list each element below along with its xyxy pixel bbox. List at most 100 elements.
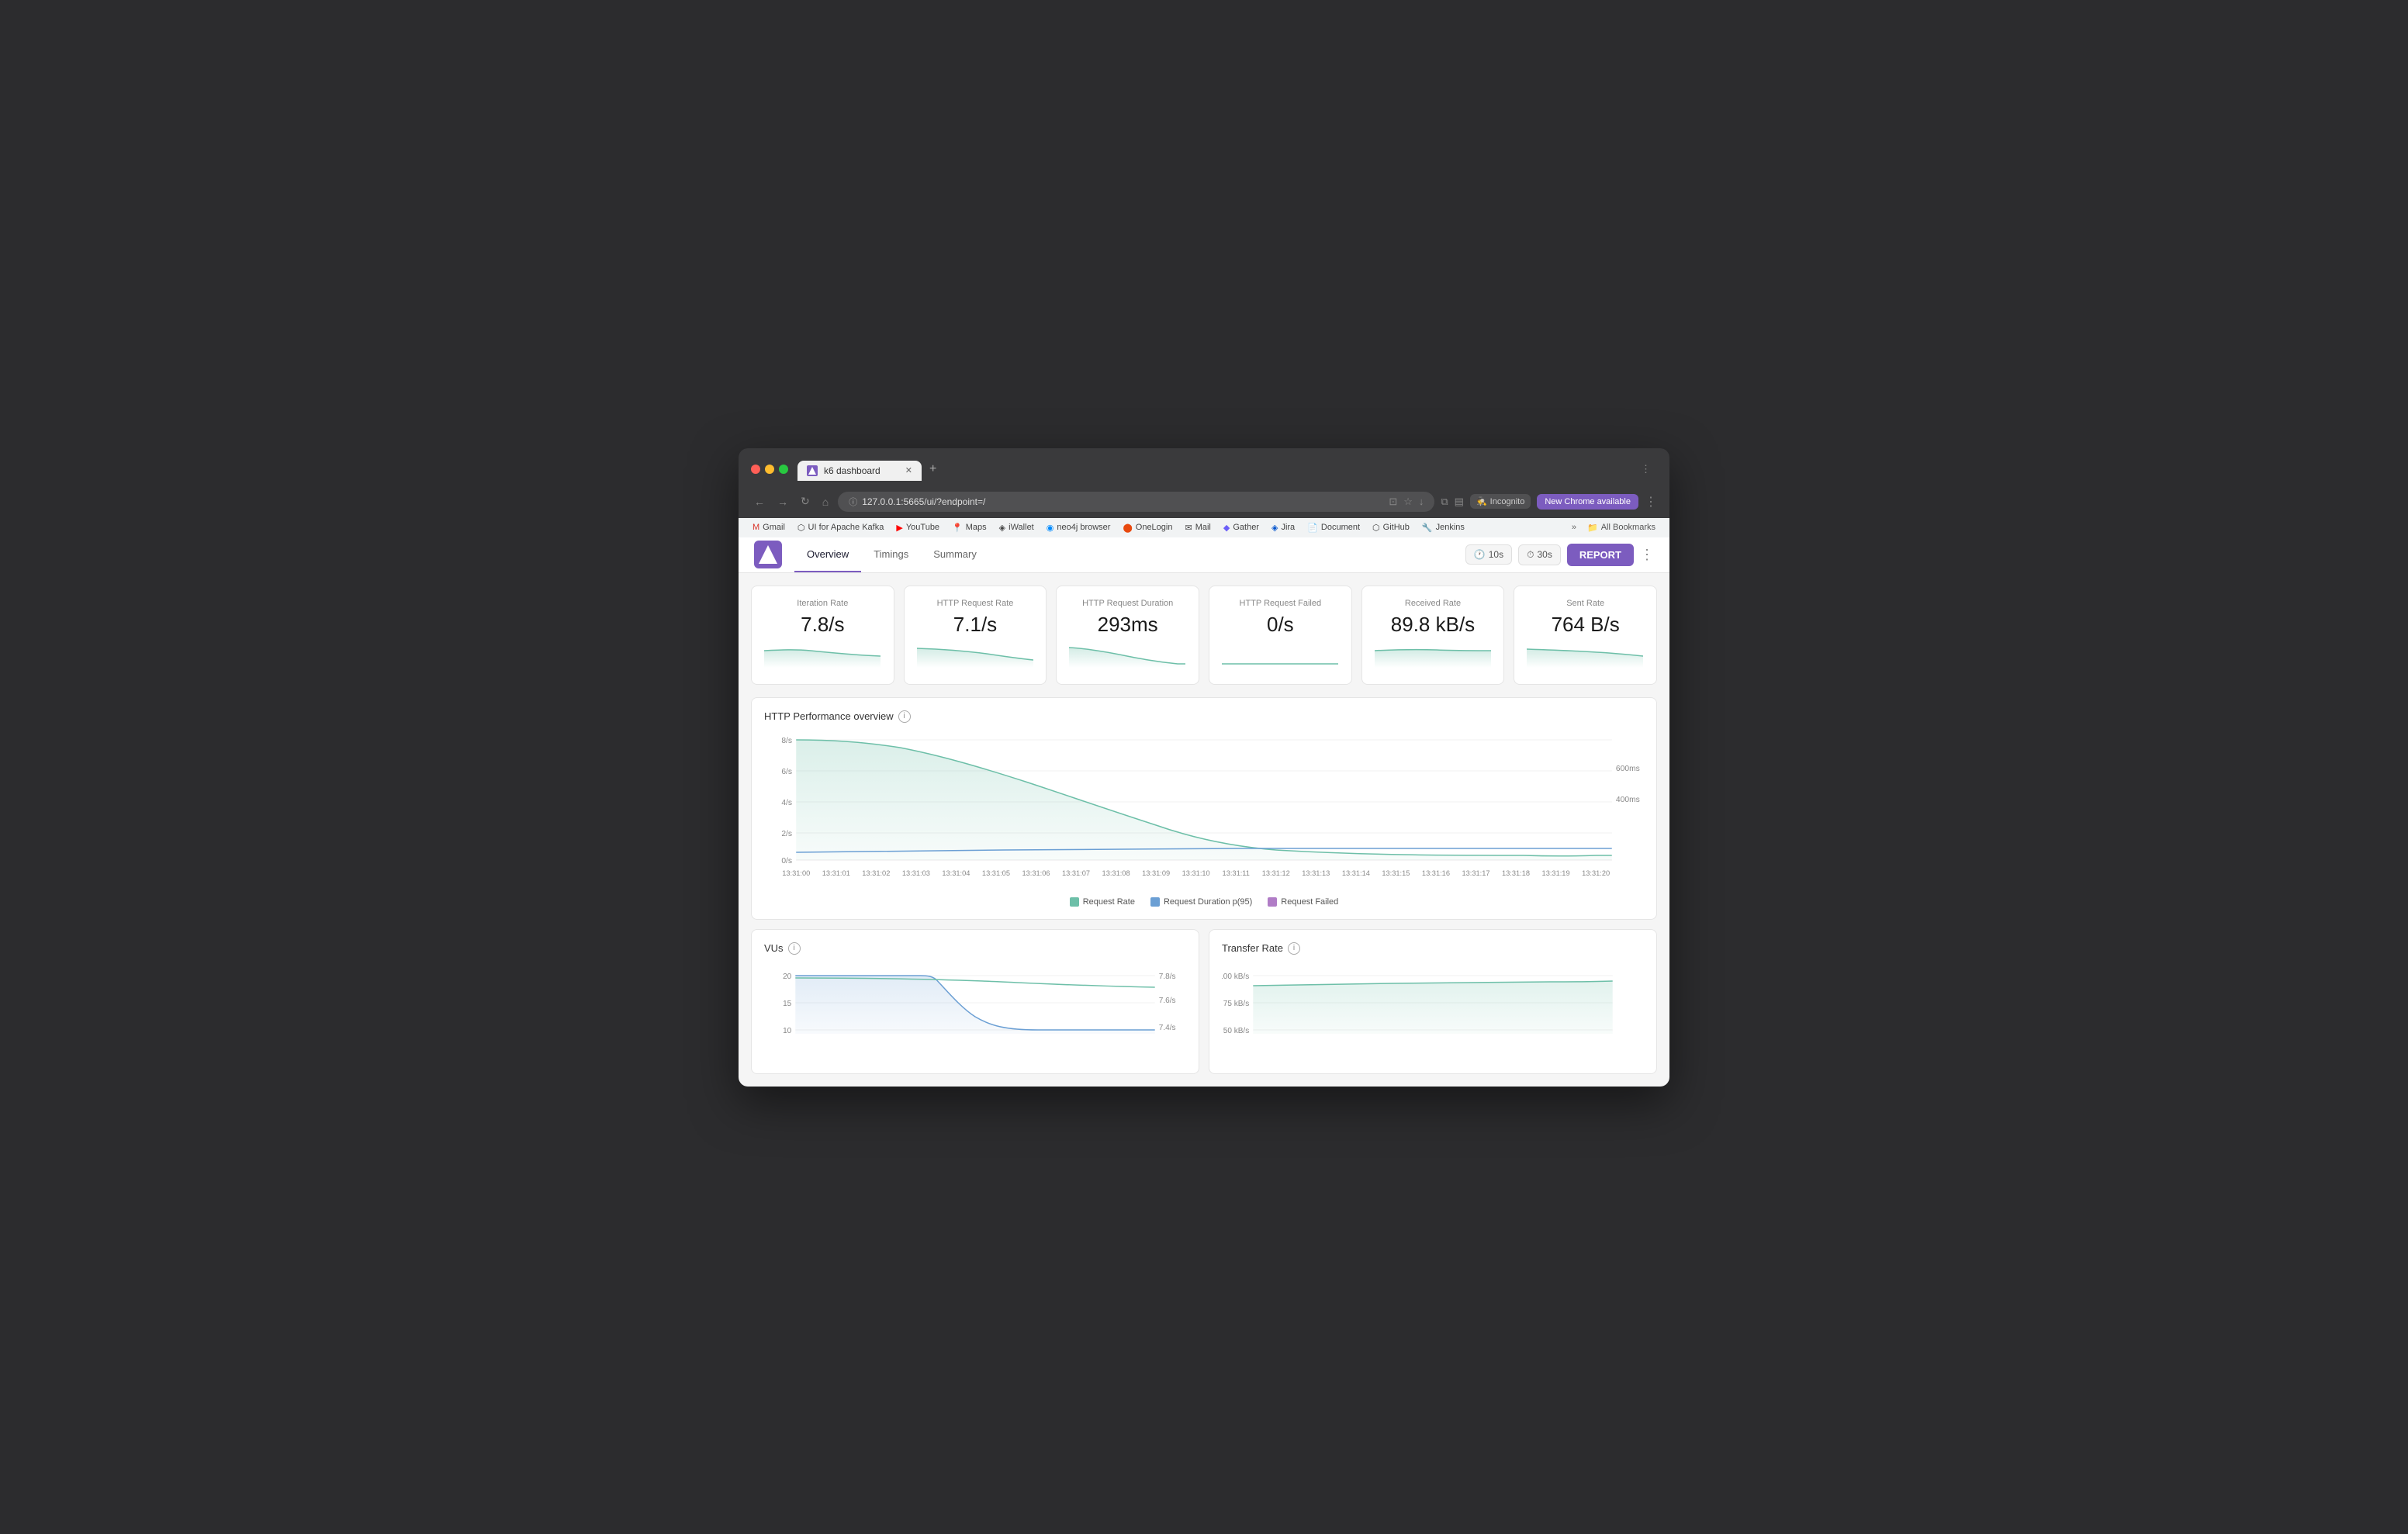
metric-value-4: 89.8 kB/s [1375, 613, 1492, 637]
gather-icon: ◆ [1223, 523, 1230, 533]
nav-overview[interactable]: Overview [794, 537, 861, 572]
svg-text:2/s: 2/s [781, 830, 792, 838]
svg-text:13:31:12: 13:31:12 [1262, 869, 1290, 877]
minimize-button[interactable] [765, 465, 774, 474]
refresh-time-badge[interactable]: 🕐 10s [1465, 544, 1512, 565]
close-button[interactable] [751, 465, 760, 474]
legend-label-request-rate: Request Rate [1083, 897, 1135, 907]
svg-text:13:31:05: 13:31:05 [982, 869, 1010, 877]
svg-text:7.6/s: 7.6/s [1159, 997, 1176, 1005]
metric-value-5: 764 B/s [1527, 613, 1644, 637]
bookmark-jira[interactable]: ◈ Jira [1267, 521, 1299, 534]
svg-text:13:31:07: 13:31:07 [1062, 869, 1090, 877]
bookmark-label-github: GitHub [1383, 523, 1410, 532]
report-button[interactable]: REPORT [1567, 544, 1634, 566]
bookmark-onelogin[interactable]: ⬤ OneLogin [1118, 521, 1177, 534]
svg-text:13:31:15: 13:31:15 [1382, 869, 1410, 877]
window-time-badge[interactable]: ⏱ 30s [1518, 544, 1561, 565]
vus-chart-info-icon[interactable]: i [788, 942, 801, 955]
address-bar[interactable]: ⓘ 127.0.0.1:5665/ui/?endpoint=/ ⊡ ☆ ↓ [838, 492, 1434, 512]
vus-chart-title: VUs i [764, 942, 1186, 955]
document-icon: 📄 [1307, 523, 1318, 533]
home-button[interactable]: ⌂ [819, 494, 832, 510]
onelogin-icon: ⬤ [1123, 523, 1132, 533]
vus-chart-svg: 20 15 10 7.8/s 7.6/s 7.4/s [764, 964, 1186, 1057]
legend-request-duration: Request Duration p(95) [1150, 897, 1252, 907]
bookmark-gmail[interactable]: M Gmail [748, 521, 790, 534]
bookmark-label-kafka: UI for Apache Kafka [808, 523, 884, 532]
svg-text:13:31:04: 13:31:04 [942, 869, 970, 877]
maps-icon: 📍 [952, 523, 963, 533]
metric-value-0: 7.8/s [764, 613, 881, 637]
bookmarks-more-button[interactable]: » [1572, 523, 1576, 532]
svg-text:13:31:19: 13:31:19 [1542, 869, 1570, 877]
svg-text:50 kB/s: 50 kB/s [1223, 1027, 1250, 1035]
svg-text:13:31:02: 13:31:02 [862, 869, 890, 877]
legend-label-request-failed: Request Failed [1281, 897, 1338, 907]
svg-text:10: 10 [783, 1027, 792, 1035]
sparkline-2 [1069, 644, 1185, 668]
cast-icon[interactable]: ⊡ [1389, 496, 1397, 508]
legend-color-request-failed [1268, 897, 1277, 907]
active-tab[interactable]: k6 dashboard ✕ [797, 461, 922, 481]
browser-options-button[interactable]: ⋮ [1645, 494, 1657, 510]
bookmark-jenkins[interactable]: 🔧 Jenkins [1417, 521, 1469, 534]
tab-title: k6 dashboard [824, 465, 881, 476]
svg-text:13:31:13: 13:31:13 [1302, 869, 1330, 877]
reload-button[interactable]: ↻ [797, 493, 813, 510]
more-options-button[interactable]: ⋮ [1640, 547, 1654, 563]
svg-text:8/s: 8/s [781, 737, 792, 745]
bookmark-github[interactable]: ⬡ GitHub [1368, 521, 1414, 534]
mail-icon: ✉ [1185, 523, 1192, 533]
chrome-available-button[interactable]: New Chrome available [1537, 494, 1638, 510]
http-chart-legend: Request Rate Request Duration p(95) Requ… [764, 897, 1644, 907]
jira-icon: ◈ [1271, 523, 1278, 533]
all-bookmarks-button[interactable]: 📁 All Bookmarks [1583, 521, 1660, 534]
address-bar-icons: ⊡ ☆ ↓ [1389, 496, 1424, 508]
bookmark-kafka[interactable]: ⬡ UI for Apache Kafka [793, 521, 888, 534]
bookmark-iwallet[interactable]: ◈ iWallet [995, 521, 1039, 534]
bookmarks-bar: M Gmail ⬡ UI for Apache Kafka ▶ YouTube … [739, 518, 1669, 537]
bottom-charts: VUs i [751, 929, 1657, 1074]
browser-menu-button[interactable]: ⋮ [1635, 463, 1657, 475]
bookmark-maps[interactable]: 📍 Maps [947, 521, 991, 534]
nav-summary[interactable]: Summary [921, 537, 989, 572]
sparkline-3 [1222, 644, 1338, 668]
svg-text:13:31:17: 13:31:17 [1462, 869, 1489, 877]
svg-text:400ms: 400ms [1616, 796, 1640, 804]
sparkline-5 [1527, 644, 1643, 668]
svg-text:13:31:00: 13:31:00 [782, 869, 810, 877]
tab-close-button[interactable]: ✕ [905, 465, 912, 475]
svg-text:13:31:06: 13:31:06 [1022, 869, 1050, 877]
sidebar-icon[interactable]: ▤ [1455, 496, 1464, 508]
transfer-chart-info-icon[interactable]: i [1288, 942, 1300, 955]
bookmark-neo4j[interactable]: ◉ neo4j browser [1042, 521, 1116, 534]
bookmark-label-neo4j: neo4j browser [1057, 523, 1110, 532]
extensions-icon[interactable]: ⧉ [1441, 496, 1448, 508]
app-content: Overview Timings Summary 🕐 10s ⏱ 30s REP… [739, 537, 1669, 1087]
bookmark-star-icon[interactable]: ☆ [1403, 496, 1413, 508]
svg-text:7.4/s: 7.4/s [1159, 1024, 1176, 1032]
maximize-button[interactable] [779, 465, 788, 474]
github-icon: ⬡ [1372, 523, 1380, 533]
transfer-chart-title: Transfer Rate i [1222, 942, 1644, 955]
bookmark-label-jira: Jira [1281, 523, 1295, 532]
bookmark-document[interactable]: 📄 Document [1303, 521, 1365, 534]
legend-request-failed: Request Failed [1268, 897, 1338, 907]
new-tab-button[interactable]: + [923, 458, 943, 481]
download-icon[interactable]: ↓ [1419, 496, 1424, 508]
bookmark-youtube[interactable]: ▶ YouTube [891, 521, 944, 534]
back-button[interactable]: ← [751, 494, 768, 510]
bookmark-label-jenkins: Jenkins [1436, 523, 1465, 532]
bookmark-mail[interactable]: ✉ Mail [1180, 521, 1215, 534]
metric-label-0: Iteration Rate [764, 599, 881, 608]
incognito-icon: 🕵 [1476, 496, 1487, 506]
forward-button[interactable]: → [774, 494, 791, 510]
svg-text:4/s: 4/s [781, 799, 792, 807]
k6-header: Overview Timings Summary 🕐 10s ⏱ 30s REP… [739, 537, 1669, 573]
http-chart-container: 8/s 6/s 4/s 2/s 0/s 600ms 400ms [764, 732, 1644, 891]
metric-label-3: HTTP Request Failed [1222, 599, 1339, 608]
bookmark-gather[interactable]: ◆ Gather [1219, 521, 1264, 534]
http-chart-info-icon[interactable]: i [898, 710, 911, 723]
nav-timings[interactable]: Timings [861, 537, 921, 572]
